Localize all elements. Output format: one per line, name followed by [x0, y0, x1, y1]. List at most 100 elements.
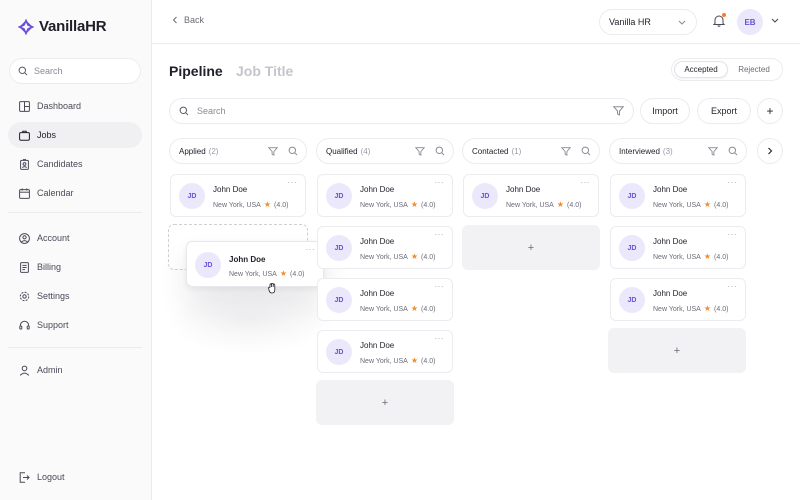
candidate-meta: New York, USA ★ (4.0)	[360, 201, 435, 209]
candidate-name: John Doe	[360, 185, 395, 194]
sidebar-item-calendar[interactable]: Calendar	[8, 180, 142, 206]
column-name: Qualified	[326, 146, 358, 156]
logout-icon	[19, 471, 30, 483]
column-count: (1)	[511, 146, 522, 156]
add-candidate-tile[interactable]: +	[608, 328, 746, 373]
star-icon: ★	[410, 252, 419, 261]
search-icon[interactable]	[581, 146, 591, 156]
candidate-rating: (4.0)	[714, 305, 729, 313]
candidate-location: New York, USA	[360, 305, 408, 313]
search-icon[interactable]	[435, 146, 445, 156]
star-icon: ★	[410, 200, 419, 209]
candidate-card[interactable]: JD John Doe ··· New York, USA ★ (4.0)	[317, 174, 453, 217]
candidate-card[interactable]: JD John Doe ··· New York, USA ★ (4.0)	[610, 278, 746, 321]
search-icon[interactable]	[288, 146, 298, 156]
headset-icon	[19, 320, 30, 329]
sidebar-item-label: Calendar	[37, 188, 74, 198]
segment-accepted[interactable]: Accepted	[674, 61, 728, 78]
candidate-location: New York, USA	[360, 357, 408, 365]
filter-icon[interactable]	[613, 106, 624, 116]
sidebar-item-support[interactable]: Support	[8, 312, 142, 338]
more-icon[interactable]: ···	[288, 179, 298, 187]
filter-icon[interactable]	[415, 146, 425, 156]
candidate-card[interactable]: JD John Doe ··· New York, USA ★ (4.0)	[317, 330, 453, 373]
candidate-meta: New York, USA ★ (4.0)	[506, 201, 581, 209]
sidebar-search-input[interactable]	[34, 66, 124, 76]
candidate-card[interactable]: JD John Doe ··· New York, USA ★ (4.0)	[610, 226, 746, 269]
column-header-interviewed: Interviewed (3)	[609, 138, 747, 164]
candidate-rating: (4.0)	[714, 253, 729, 261]
add-button[interactable]: +	[757, 98, 783, 124]
column-count: (2)	[208, 146, 219, 156]
sidebar-item-account[interactable]: Account	[8, 225, 142, 251]
candidate-card[interactable]: JD John Doe ··· New York, USA ★ (4.0)	[317, 278, 453, 321]
filter-icon[interactable]	[708, 146, 718, 156]
search-icon	[18, 66, 28, 76]
candidate-name: John Doe	[506, 185, 541, 194]
candidate-avatar: JD	[195, 252, 221, 278]
more-icon[interactable]: ···	[435, 335, 445, 343]
sidebar-item-dashboard[interactable]: Dashboard	[8, 93, 142, 119]
sidebar-item-admin[interactable]: Admin	[8, 357, 142, 383]
candidate-location: New York, USA	[653, 201, 701, 209]
sidebar-search[interactable]	[9, 58, 141, 84]
back-label: Back	[184, 15, 205, 25]
search-icon[interactable]	[728, 146, 738, 156]
chevron-down-icon[interactable]	[771, 18, 779, 23]
dragged-candidate-card[interactable]: JD John Doe ··· New York, USA ★ (4.0)	[186, 241, 324, 287]
star-icon: ★	[279, 269, 288, 278]
star-icon: ★	[556, 200, 565, 209]
candidate-meta: New York, USA ★ (4.0)	[360, 253, 435, 261]
more-icon[interactable]: ···	[435, 283, 445, 291]
candidate-rating: (4.0)	[421, 357, 436, 365]
candidate-location: New York, USA	[653, 253, 701, 261]
sidebar-item-billing[interactable]: Billing	[8, 254, 142, 280]
star-icon: ★	[263, 200, 272, 209]
candidate-meta: New York, USA ★ (4.0)	[229, 270, 304, 278]
add-candidate-tile[interactable]: +	[316, 380, 454, 425]
segment-rejected[interactable]: Rejected	[728, 61, 780, 78]
company-select[interactable]: Vanilla HR	[599, 9, 697, 35]
pipeline-search[interactable]	[169, 98, 634, 124]
add-candidate-tile[interactable]: +	[462, 225, 600, 270]
user-avatar[interactable]: EB	[737, 9, 763, 35]
more-icon[interactable]: ···	[435, 231, 445, 239]
sidebar-item-label: Settings	[37, 291, 70, 301]
more-icon[interactable]: ···	[581, 179, 591, 187]
chevron-right-icon	[768, 147, 773, 155]
candidate-card[interactable]: JD John Doe ··· New York, USA ★ (4.0)	[610, 174, 746, 217]
more-icon[interactable]: ···	[306, 246, 316, 254]
filter-icon[interactable]	[268, 146, 278, 156]
more-icon[interactable]: ···	[728, 231, 738, 239]
candidate-avatar: JD	[179, 183, 205, 209]
app-logo[interactable]: VanillaHR	[18, 18, 107, 35]
star-icon: ★	[410, 356, 419, 365]
candidate-card[interactable]: JD John Doe ··· New York, USA ★ (4.0)	[317, 226, 453, 269]
more-icon[interactable]: ···	[435, 179, 445, 187]
candidate-location: New York, USA	[506, 201, 554, 209]
sidebar: VanillaHR Dashboard Jobs Candidates Cale…	[0, 0, 152, 500]
import-button[interactable]: Import	[640, 98, 690, 124]
candidate-card[interactable]: JD John Doe ··· New York, USA ★ (4.0)	[170, 174, 306, 217]
export-button[interactable]: Export	[697, 98, 751, 124]
sidebar-item-jobs[interactable]: Jobs	[8, 122, 142, 148]
logout-button[interactable]: Logout	[8, 464, 142, 490]
scroll-columns-right-button[interactable]	[757, 138, 783, 164]
candidate-card[interactable]: JD John Doe ··· New York, USA ★ (4.0)	[463, 174, 599, 217]
logo-icon	[18, 18, 34, 35]
filter-icon[interactable]	[561, 146, 571, 156]
pipeline-search-input[interactable]	[197, 106, 605, 116]
sidebar-item-settings[interactable]: Settings	[8, 283, 142, 309]
notifications-button[interactable]	[712, 13, 726, 32]
more-icon[interactable]: ···	[728, 179, 738, 187]
sidebar-item-candidates[interactable]: Candidates	[8, 151, 142, 177]
app-name: VanillaHR	[39, 18, 107, 35]
candidate-avatar: JD	[619, 287, 645, 313]
back-button[interactable]: Back	[172, 15, 204, 25]
more-icon[interactable]: ···	[728, 283, 738, 291]
search-icon	[179, 106, 189, 116]
sidebar-divider	[8, 212, 142, 213]
candidate-meta: New York, USA ★ (4.0)	[213, 201, 288, 209]
layout-icon	[19, 100, 30, 112]
candidate-meta: New York, USA ★ (4.0)	[653, 201, 728, 209]
